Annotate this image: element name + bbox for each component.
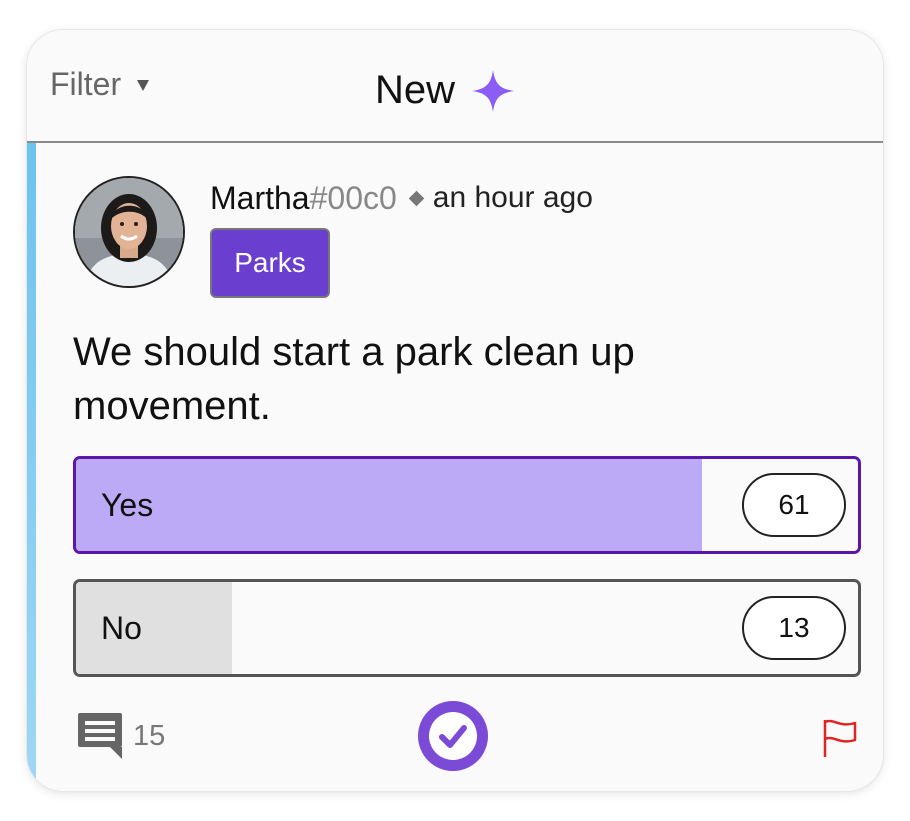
caret-down-icon (137, 79, 150, 91)
check-circle-icon (429, 712, 477, 760)
post-card: Filter New Martha #00c0 an hour ago Park… (27, 30, 883, 791)
filter-dropdown[interactable]: Filter (50, 64, 150, 104)
poll-option-no[interactable]: No 13 (73, 579, 861, 677)
poll-option-no-label: No (101, 609, 142, 646)
poll-option-yes[interactable]: Yes 61 (73, 456, 861, 554)
feed-header: Filter New (27, 30, 883, 143)
sparkle-icon (472, 69, 515, 112)
post-text: We should start a park clean up movement… (73, 330, 635, 428)
poll-option-no-fill (76, 582, 233, 674)
avatar[interactable] (73, 176, 185, 288)
comment-icon (78, 713, 122, 759)
avatar-photo-icon (75, 178, 183, 286)
poll-option-yes-fill (76, 459, 702, 551)
filter-label: Filter (50, 65, 122, 102)
post: Martha #00c0 an hour ago Parks We should… (27, 143, 883, 791)
poll-option-no-count: 13 (742, 596, 846, 660)
poll-option-yes-label: Yes (101, 486, 154, 523)
author-name[interactable]: Martha (210, 180, 310, 217)
checkmark-icon (439, 725, 467, 748)
separator-diamond-icon (408, 190, 425, 206)
flag-icon[interactable] (822, 718, 858, 758)
category-badge[interactable]: Parks (210, 228, 330, 298)
page-title: New (375, 68, 456, 112)
author-tag: #00c0 (309, 179, 397, 216)
vote-check-button[interactable] (418, 701, 488, 771)
post-accent-bar (27, 143, 36, 791)
post-meta: Martha #00c0 an hour ago (210, 179, 593, 217)
feed-title: New (375, 68, 515, 113)
post-timestamp: an hour ago (432, 181, 593, 214)
comment-count: 15 (133, 719, 166, 752)
poll-option-yes-count: 61 (742, 473, 846, 537)
comments-button[interactable]: 15 (76, 711, 165, 761)
